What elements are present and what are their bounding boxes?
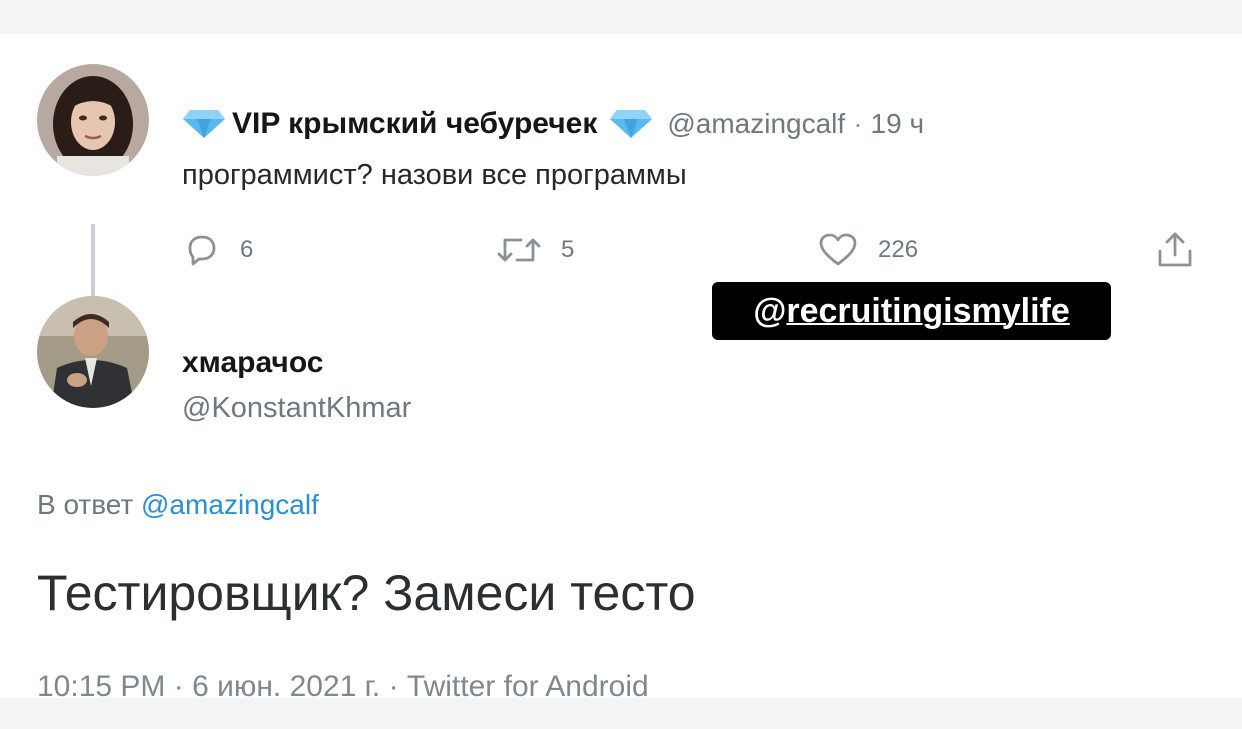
display-name[interactable]: хмарачос xyxy=(182,346,323,380)
tweet-metadata: 10:15 PM · 6 июн. 2021 г. · Twitter for … xyxy=(37,670,649,703)
reply-button[interactable]: 6 xyxy=(184,230,253,270)
reply-prefix: В ответ xyxy=(37,489,134,520)
reply-to-link[interactable]: @amazingcalf xyxy=(141,489,319,520)
heart-icon xyxy=(818,233,878,267)
dot-separator: · xyxy=(853,108,863,139)
share-button[interactable] xyxy=(1155,230,1215,270)
user-handle[interactable]: @amazingcalf xyxy=(667,108,845,140)
avatar-amazingcalf[interactable] xyxy=(37,64,149,176)
retweet-button[interactable]: 5 xyxy=(497,230,574,270)
reply-context: В ответ @amazingcalf xyxy=(37,489,319,521)
reply-icon xyxy=(184,233,240,267)
watermark-at: @ xyxy=(753,292,787,330)
like-button[interactable]: 226 xyxy=(818,230,918,270)
diamond-icon xyxy=(182,109,226,139)
user-handle[interactable]: @KonstantKhmar xyxy=(182,392,411,425)
watermark-label: @recruitingismylife xyxy=(712,282,1111,340)
tweet1-header: VIP крымский чебуречек @amazingcalf · 19… xyxy=(182,98,924,150)
share-icon xyxy=(1155,231,1215,269)
tweet-text: программист? назови все программы xyxy=(182,159,687,191)
retweet-count: 5 xyxy=(561,236,575,263)
watermark-handle: recruitingismylife xyxy=(786,292,1070,330)
avatar-konstantkhmar[interactable] xyxy=(37,296,149,408)
reply-count: 6 xyxy=(240,236,254,263)
tweet-time[interactable]: 19 ч xyxy=(871,108,925,140)
like-count: 226 xyxy=(878,236,919,263)
diamond-icon xyxy=(609,109,653,139)
display-name[interactable]: VIP крымский чебуречек xyxy=(232,107,597,141)
retweet-icon xyxy=(497,234,561,266)
tweet-text: Тестировщик? Замеси тесто xyxy=(37,565,696,621)
tweet-card: VIP крымский чебуречек @amazingcalf · 19… xyxy=(0,34,1242,703)
